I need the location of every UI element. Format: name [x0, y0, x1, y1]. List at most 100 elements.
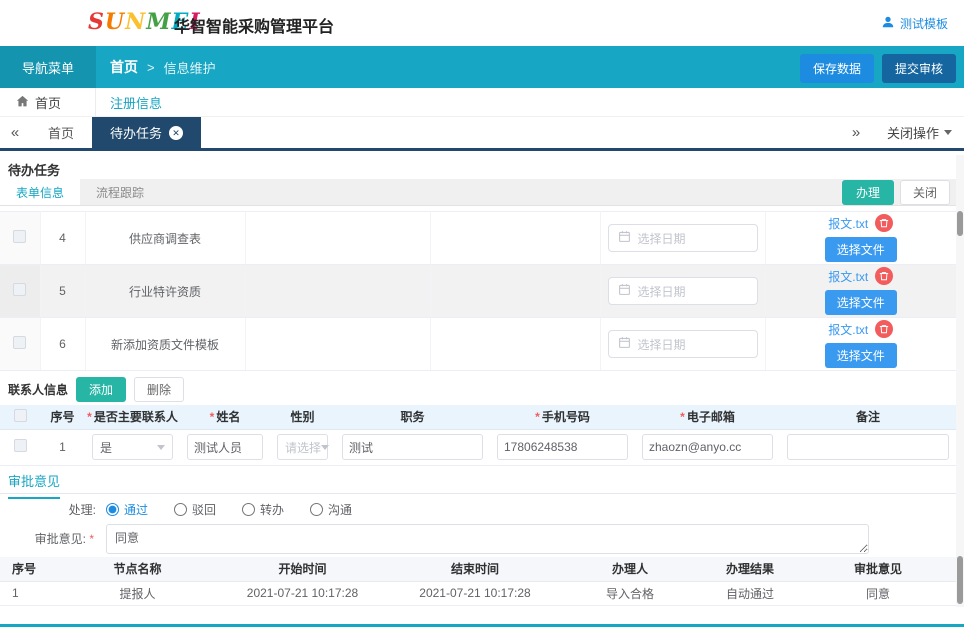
primary-contact-select[interactable]: 是: [92, 434, 173, 460]
page-section-title: 注册信息: [110, 88, 162, 117]
radio-reject[interactable]: 驳回: [174, 501, 216, 518]
nav-actions: 保存数据 提交审核: [800, 54, 956, 83]
history-header-row: 序号 节点名称 开始时间 结束时间 办理人 办理结果 审批意见: [0, 557, 956, 581]
column-header: *姓名: [180, 405, 270, 429]
process-row: 处理: 通过 驳回 转办 沟通: [24, 501, 352, 518]
radio-communicate[interactable]: 沟通: [310, 501, 352, 518]
top-header: SUNMEI 华智智能采购管理平台 测试模板: [0, 0, 964, 46]
contacts-table: 序号 *是否主要联系人 *姓名 性别 职务 *手机号码 *电子邮箱 备注 1 是…: [0, 405, 956, 466]
radio-communicate-label: 沟通: [328, 501, 352, 518]
calendar-icon: [618, 336, 631, 352]
close-tab-icon[interactable]: ✕: [169, 126, 183, 140]
breadcrumb-home[interactable]: 首页: [110, 57, 138, 77]
column-header: *是否主要联系人: [85, 405, 180, 429]
sub-tabs: 表单信息 流程跟踪 办理 关闭: [0, 179, 956, 206]
contact-name-input[interactable]: [187, 434, 263, 460]
column-header: 审批意见: [800, 557, 956, 581]
row-checkbox[interactable]: [13, 283, 26, 296]
trash-icon: [879, 322, 889, 337]
radio-transfer-label: 转办: [260, 501, 284, 518]
tab-bar-right: » 关闭操作: [841, 117, 964, 148]
radio-transfer[interactable]: 转办: [242, 501, 284, 518]
radio-reject-label: 驳回: [192, 501, 216, 518]
choose-file-button[interactable]: 选择文件: [825, 290, 897, 315]
caret-down-icon: [944, 130, 952, 135]
primary-contact-value: 是: [100, 439, 112, 456]
date-picker[interactable]: 选择日期: [608, 330, 758, 358]
submit-review-button[interactable]: 提交审核: [882, 54, 956, 83]
history-start-time: 2021-07-21 10:17:28: [215, 581, 390, 605]
email-input[interactable]: [642, 434, 773, 460]
history-no: 1: [0, 581, 60, 605]
scroll-tabs-left-icon[interactable]: «: [0, 117, 30, 148]
job-input[interactable]: [342, 434, 483, 460]
delete-contact-button[interactable]: 删除: [134, 377, 184, 402]
scroll-tabs-right-icon[interactable]: »: [841, 124, 871, 141]
history-row: 1 提报人 2021-07-21 10:17:28 2021-07-21 10:…: [0, 581, 956, 605]
handle-button[interactable]: 办理: [842, 180, 894, 205]
radio-communicate-input[interactable]: [310, 503, 323, 516]
second-row: 首页 注册信息: [0, 88, 964, 117]
contacts-toolbar: 联系人信息 添加 删除: [0, 377, 956, 401]
user-menu[interactable]: 测试模板: [881, 15, 948, 32]
row-checkbox[interactable]: [13, 336, 26, 349]
close-button[interactable]: 关闭: [900, 180, 950, 205]
tab-home[interactable]: 首页: [30, 117, 92, 148]
history-result: 自动通过: [700, 581, 800, 605]
phone-input[interactable]: [497, 434, 628, 460]
close-operations-dropdown[interactable]: 关闭操作: [887, 123, 952, 142]
home-icon: [16, 95, 29, 111]
breadcrumb-current: 信息维护: [164, 58, 216, 77]
column-header: 办理结果: [700, 557, 800, 581]
choose-file-button[interactable]: 选择文件: [825, 343, 897, 368]
choose-file-button[interactable]: 选择文件: [825, 237, 897, 262]
radio-reject-input[interactable]: [174, 503, 187, 516]
column-header: *电子邮箱: [635, 405, 780, 429]
close-operations-label: 关闭操作: [887, 123, 939, 142]
tab-flow-track[interactable]: 流程跟踪: [80, 179, 160, 205]
file-actions: 报文.txt 选择文件: [766, 267, 957, 315]
approval-comment-textarea[interactable]: 同意: [106, 524, 869, 554]
gender-select[interactable]: 请选择: [277, 434, 328, 460]
column-header: 开始时间: [215, 557, 390, 581]
tab-todo-tasks[interactable]: 待办任务 ✕: [92, 117, 201, 148]
sidebar-item-home[interactable]: 首页: [0, 88, 96, 117]
select-all-checkbox[interactable]: [14, 409, 27, 422]
date-placeholder: 选择日期: [638, 336, 686, 353]
radio-pass[interactable]: 通过: [106, 501, 148, 518]
required-asterisk: *: [210, 410, 215, 424]
date-picker[interactable]: 选择日期: [608, 224, 758, 252]
radio-transfer-input[interactable]: [242, 503, 255, 516]
column-header: 备注: [780, 405, 956, 429]
file-link[interactable]: 报文.txt: [828, 215, 868, 232]
files-table: 4 供应商调查表 选择日期 报文.txt 选择文件: [0, 211, 956, 371]
delete-file-button[interactable]: [875, 320, 893, 338]
row-index: 6: [40, 318, 85, 371]
scrollbar-thumb[interactable]: [957, 556, 963, 604]
radio-pass-input[interactable]: [106, 503, 119, 516]
logo-letter: U: [105, 9, 125, 35]
history-table: 序号 节点名称 开始时间 结束时间 办理人 办理结果 审批意见 1 提报人 20…: [0, 557, 956, 606]
trash-icon: [879, 269, 889, 284]
scrollbar-thumb[interactable]: [957, 211, 963, 236]
delete-file-button[interactable]: [875, 267, 893, 285]
nav-menu-title[interactable]: 导航菜单: [0, 46, 96, 88]
date-picker[interactable]: 选择日期: [608, 277, 758, 305]
history-handler: 导入合格: [560, 581, 700, 605]
file-link[interactable]: 报文.txt: [828, 321, 868, 338]
file-link[interactable]: 报文.txt: [828, 268, 868, 285]
required-asterisk: *: [680, 410, 685, 424]
required-asterisk: *: [535, 410, 540, 424]
gender-placeholder: 请选择: [285, 439, 321, 456]
tab-form-info[interactable]: 表单信息: [0, 179, 80, 205]
row-checkbox[interactable]: [13, 230, 26, 243]
save-data-button[interactable]: 保存数据: [800, 54, 874, 83]
column-header: 结束时间: [390, 557, 560, 581]
delete-file-button[interactable]: [875, 214, 893, 232]
remark-input[interactable]: [787, 434, 949, 460]
file-row: 4 供应商调查表 选择日期 报文.txt 选择文件: [0, 212, 956, 265]
row-checkbox[interactable]: [14, 439, 27, 452]
add-contact-button[interactable]: 添加: [76, 377, 126, 402]
logo-letter: S: [88, 9, 105, 35]
file-name: 供应商调查表: [85, 212, 245, 265]
